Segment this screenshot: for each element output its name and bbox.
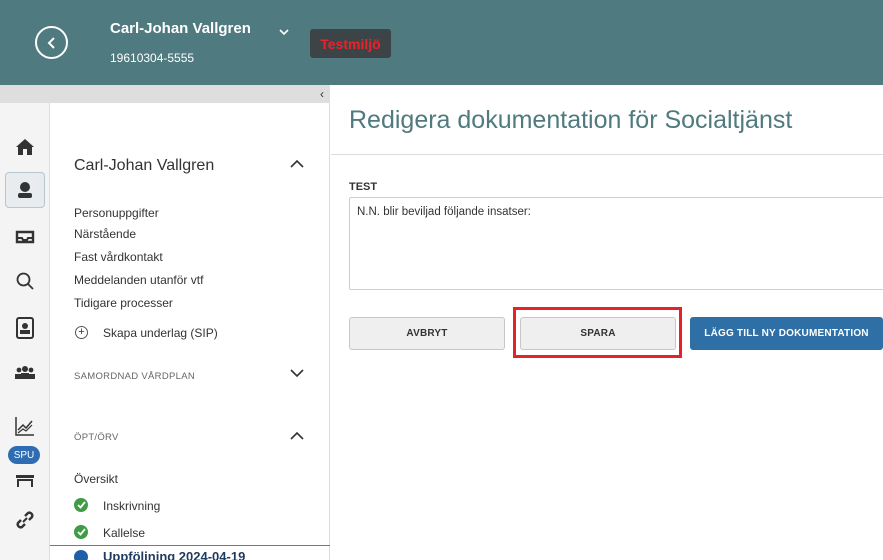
inbox-icon[interactable] [0,219,50,255]
nav-link-inskrivning[interactable]: Inskrivning [103,499,160,513]
plus-icon[interactable]: + [75,326,88,339]
step-current-icon [74,550,88,560]
cancel-button[interactable]: AVBRYT [349,317,505,350]
field-label-test: TEST [349,181,378,193]
patient-name[interactable]: Carl-Johan Vallgren [110,20,251,37]
nav-link-tidigare-processer[interactable]: Tidigare processer [74,296,173,310]
environment-badge: Testmiljö [310,29,391,58]
save-button-highlight [513,307,682,358]
patient-id: 19610304-5555 [110,51,195,65]
bed-icon[interactable] [0,462,50,498]
home-icon[interactable] [0,129,50,165]
collapse-sidebar-icon[interactable]: ‹ [320,87,324,101]
nav-link-oversikt[interactable]: Översikt [74,472,118,486]
check-icon [74,525,88,539]
chevron-up-icon[interactable] [290,159,304,168]
nav-link-kallelse[interactable]: Kallelse [103,526,145,540]
rail-topbar [0,85,50,103]
add-documentation-button[interactable]: LÄGG TILL NY DOKUMENTATION [690,317,883,350]
nav-link-meddelanden[interactable]: Meddelanden utanför vtf [74,273,203,287]
chart-icon[interactable] [0,408,50,444]
icon-rail: SPU [0,85,50,560]
patient-section-title: Carl-Johan Vallgren [74,157,215,174]
nav-link-fast-vardkontakt[interactable]: Fast vårdkontakt [74,250,163,264]
chevron-down-icon[interactable] [278,28,290,36]
sidenav-topbar [50,85,330,103]
check-icon [74,498,88,512]
title-divider [331,154,883,155]
current-step-row[interactable]: Uppföljning 2024-04-19 [50,545,330,560]
side-navigation: ‹ Carl-Johan Vallgren Personuppgifter Nä… [50,85,330,560]
group-label-samordnad-vardplan[interactable]: SAMORDNAD VÅRDPLAN [74,371,195,382]
group-label-opt-orv[interactable]: ÖPT/ÖRV [74,432,119,443]
chevron-down-icon[interactable] [290,369,304,378]
chevron-left-icon [47,36,55,49]
chevron-up-icon[interactable] [290,431,304,440]
group-icon[interactable] [0,354,50,390]
nav-link-personuppgifter[interactable]: Personuppgifter [74,206,159,220]
app-header: Carl-Johan Vallgren 19610304-5555 Testmi… [0,0,883,85]
documentation-textarea[interactable]: N.N. blir beviljad följande insatser: [349,197,883,290]
patient-icon[interactable] [5,172,45,208]
nav-link-narstaende[interactable]: Närstående [74,227,136,241]
create-sip-link[interactable]: Skapa underlag (SIP) [103,326,218,340]
back-button[interactable] [35,26,68,59]
current-step-label: Uppföljning 2024-04-19 [103,549,246,560]
search-icon[interactable] [0,263,50,299]
page-title: Redigera dokumentation för Socialtjänst [349,106,793,134]
link-icon[interactable] [0,502,50,538]
document-icon[interactable] [0,310,50,346]
